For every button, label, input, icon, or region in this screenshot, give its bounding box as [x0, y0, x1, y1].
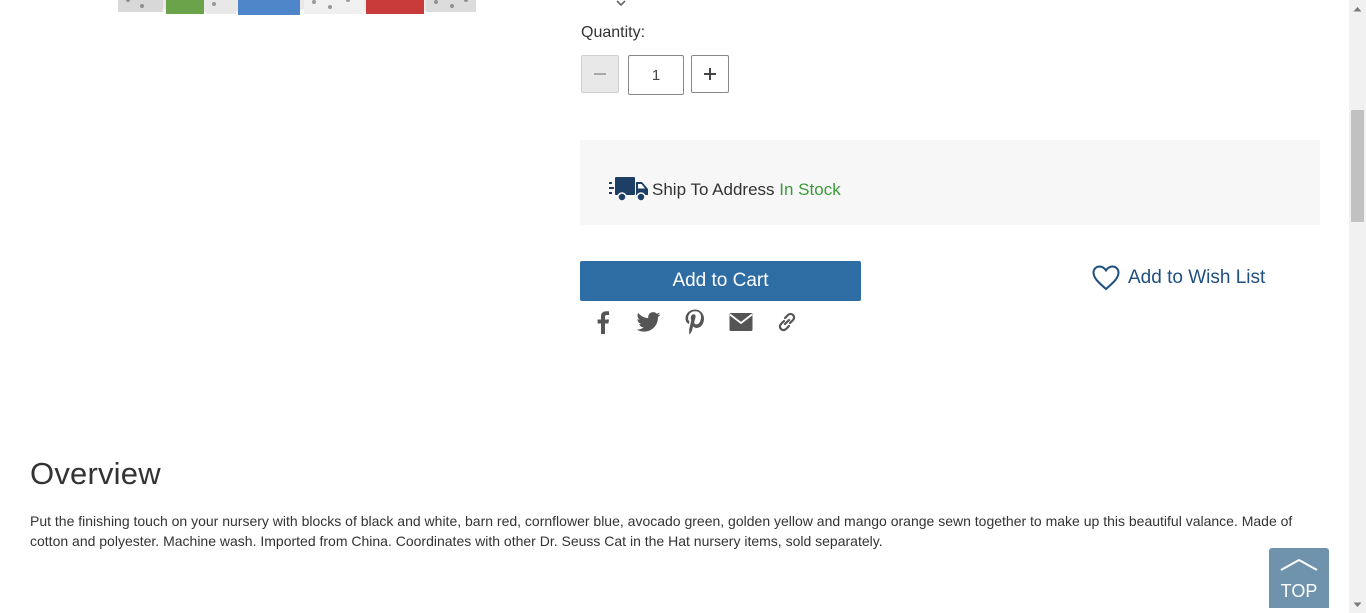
heart-icon [1092, 265, 1120, 291]
product-image[interactable] [118, 0, 476, 15]
scroll-down-arrow-icon[interactable] [1349, 596, 1366, 613]
wishlist-label: Add to Wish List [1128, 267, 1266, 288]
back-to-top-label: TOP [1280, 581, 1318, 601]
twitter-icon[interactable] [636, 309, 662, 335]
overview-heading: Overview [30, 456, 161, 491]
overview-description: Put the finishing touch on your nursery … [30, 513, 1293, 549]
scrollbar-thumb[interactable] [1351, 110, 1364, 222]
scroll-up-arrow-icon[interactable] [1349, 0, 1366, 17]
truck-icon [609, 176, 649, 207]
chevron-down-icon[interactable] [616, 0, 626, 7]
pinterest-icon[interactable] [682, 309, 708, 335]
quantity-decrease-button[interactable] [581, 55, 619, 93]
chevron-up-icon [1280, 558, 1318, 571]
plus-icon [704, 68, 716, 80]
shipping-info: Ship To Address In Stock [652, 180, 841, 200]
email-icon[interactable] [728, 309, 754, 335]
add-to-cart-button[interactable]: Add to Cart [580, 261, 861, 301]
shipping-method: Ship To Address [652, 180, 775, 199]
quantity-input[interactable] [628, 55, 684, 95]
add-to-wishlist-link[interactable]: Add to Wish List [1092, 265, 1265, 291]
quantity-label: Quantity: [581, 24, 646, 41]
vertical-scrollbar[interactable] [1349, 0, 1366, 613]
shipping-availability-panel: Ship To Address In Stock [580, 140, 1320, 225]
facebook-icon[interactable] [590, 309, 616, 335]
stock-status: In Stock [779, 180, 841, 199]
minus-icon [594, 73, 606, 75]
product-page: Quantity: Ship To Address In Stock Add t… [0, 0, 1349, 613]
back-to-top-button[interactable]: TOP [1269, 548, 1329, 608]
quantity-increase-button[interactable] [691, 55, 729, 93]
link-icon[interactable] [774, 309, 800, 335]
